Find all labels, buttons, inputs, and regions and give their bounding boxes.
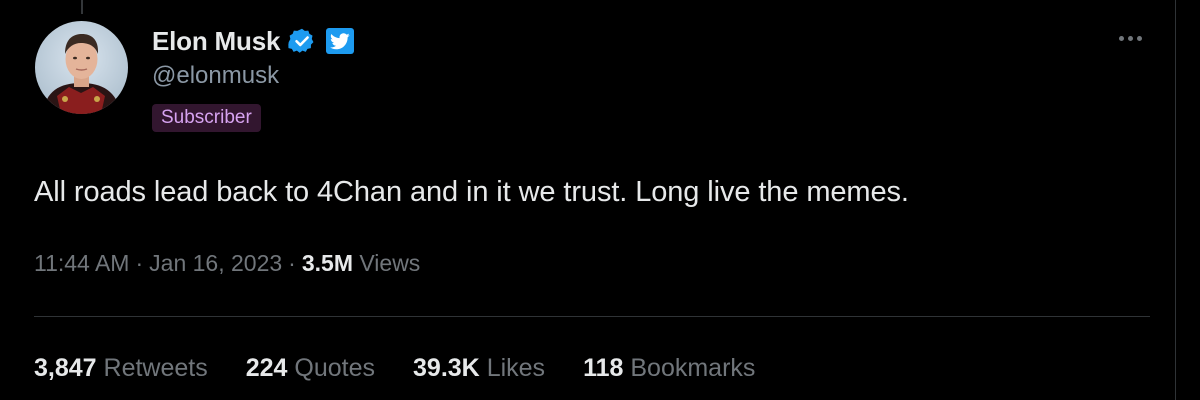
more-horizontal-icon-dot <box>1127 35 1133 41</box>
likes-count: 39.3K <box>413 354 480 382</box>
tweet-time[interactable]: 11:44 AM <box>34 250 129 276</box>
meta-separator: · <box>135 250 144 276</box>
divider <box>34 316 1150 317</box>
likes-stat[interactable]: 39.3K Likes <box>413 354 545 383</box>
quotes-stat[interactable]: 224 Quotes <box>246 354 375 383</box>
quotes-label: Quotes <box>294 354 376 382</box>
retweets-stat[interactable]: 3,847 Retweets <box>34 354 208 383</box>
retweets-label: Retweets <box>103 354 208 382</box>
avatar[interactable] <box>35 21 128 114</box>
more-horizontal-icon-dot <box>1136 35 1142 41</box>
bookmarks-count: 118 <box>583 354 624 382</box>
quotes-count: 224 <box>245 354 288 382</box>
avatar-photo <box>35 21 128 114</box>
more-horizontal-icon <box>1118 35 1124 41</box>
tweet-meta: 11:44 AM · Jan 16, 2023 · 3.5M Views <box>34 250 420 277</box>
subscriber-badge: Subscriber <box>152 104 261 132</box>
verified-check-icon[interactable] <box>288 27 316 55</box>
tweet-text: All roads lead back to 4Chan and in it w… <box>34 176 909 208</box>
bookmarks-label: Bookmarks <box>630 354 756 382</box>
author-handle[interactable]: @elonmusk <box>152 62 279 90</box>
timeline-border <box>1175 0 1176 400</box>
tweet-date[interactable]: Jan 16, 2023 <box>149 250 282 276</box>
meta-separator: · <box>288 250 296 276</box>
views-count: 3.5M <box>301 250 353 276</box>
views-label: Views <box>359 250 421 276</box>
engagement-stats: 3,847 Retweets 224 Quotes 39.3K Likes 11… <box>34 354 793 383</box>
more-options-button[interactable] <box>1113 26 1147 50</box>
author-name-row: Elon Musk <box>152 24 355 58</box>
twitter-bird-icon <box>326 28 355 54</box>
likes-label: Likes <box>486 354 546 382</box>
bookmarks-stat[interactable]: 118 Bookmarks <box>583 354 755 383</box>
author-display-name[interactable]: Elon Musk <box>152 26 280 57</box>
thread-connector-line <box>81 0 83 14</box>
retweets-count: 3,847 <box>34 354 97 382</box>
